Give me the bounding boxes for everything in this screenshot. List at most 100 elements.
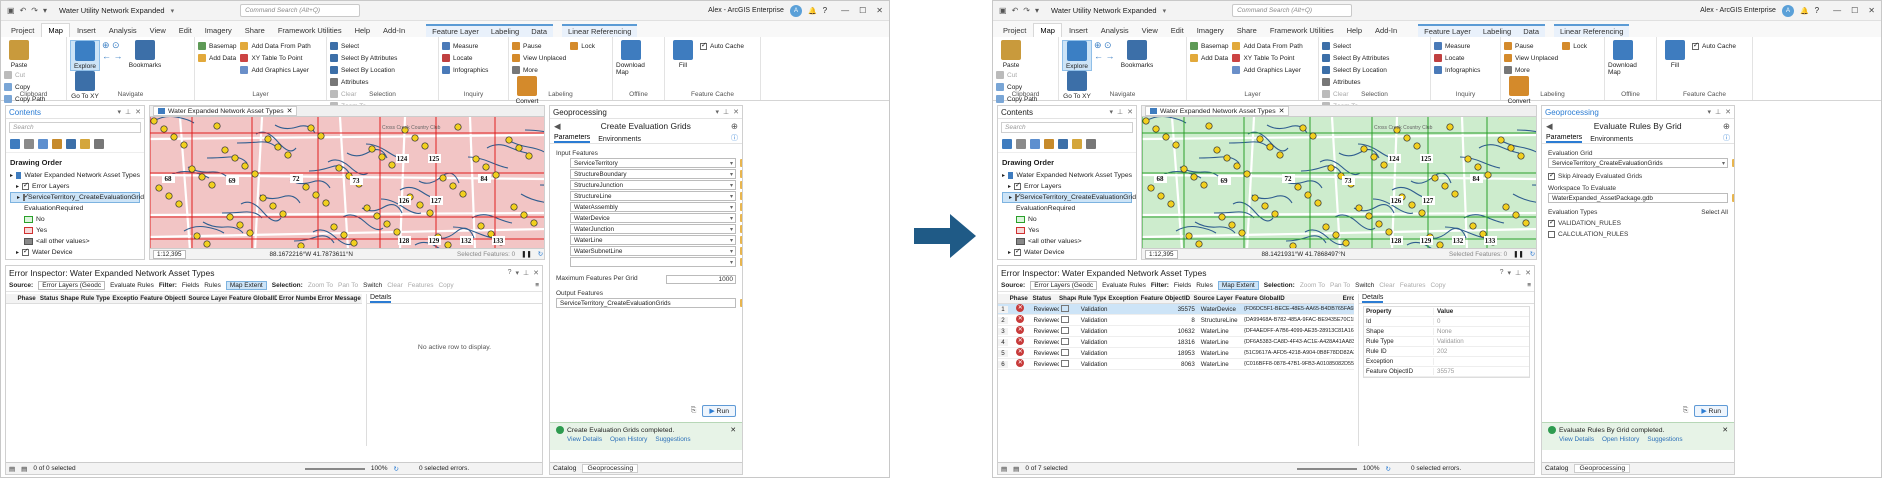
- measure-button[interactable]: Measure: [442, 40, 488, 52]
- folder-icon[interactable]: [740, 236, 742, 244]
- run-button[interactable]: ▶ Run: [702, 405, 736, 417]
- table-row[interactable]: 5 ✕ Reviewed Validation 18953 WaterLine {51C96…: [998, 348, 1354, 359]
- evaluation-type-checkbox[interactable]: [1548, 231, 1555, 238]
- bookmarks-button[interactable]: Bookmarks: [129, 40, 161, 69]
- water-device-point[interactable]: [530, 219, 538, 227]
- water-device-point[interactable]: [1190, 173, 1198, 181]
- zoom-level[interactable]: 100%: [1363, 465, 1380, 472]
- water-device-point[interactable]: [330, 223, 338, 231]
- basemap-button[interactable]: Basemap: [198, 40, 236, 52]
- input-features-field[interactable]: StructureJunction ▾: [570, 180, 742, 190]
- maximize-icon[interactable]: ☐: [859, 6, 866, 15]
- water-device-point[interactable]: [1218, 213, 1226, 221]
- lock-button[interactable]: Lock: [570, 40, 595, 52]
- water-device-point[interactable]: [1276, 151, 1284, 159]
- link-open-history[interactable]: Open History: [1602, 436, 1639, 443]
- water-device-point[interactable]: [155, 184, 163, 192]
- folder-icon[interactable]: [740, 247, 742, 255]
- water-device-point[interactable]: [1327, 164, 1335, 172]
- chevron-down-icon[interactable]: ▾: [1722, 160, 1725, 167]
- explore-button[interactable]: Explore: [70, 40, 100, 71]
- selection-zoom-to-button[interactable]: Zoom To: [1300, 282, 1325, 289]
- layer-item[interactable]: Yes: [1002, 225, 1132, 236]
- water-device-point[interactable]: [1441, 182, 1449, 190]
- water-device-point[interactable]: [1195, 240, 1203, 248]
- water-device-point[interactable]: [1180, 165, 1188, 173]
- layer-item[interactable]: EvaluationRequired: [10, 203, 140, 214]
- cut-button[interactable]: Cut: [4, 69, 45, 81]
- customize-icon[interactable]: ▾: [1035, 6, 1039, 15]
- view-unplaced-button[interactable]: View Unplaced: [512, 52, 566, 64]
- close-icon[interactable]: ✕: [876, 6, 883, 15]
- water-device-point[interactable]: [1342, 239, 1350, 247]
- bell-icon[interactable]: 🔔: [1800, 7, 1809, 15]
- layer-item[interactable]: <all other values>: [10, 236, 140, 247]
- map-canvas[interactable]: Cross Creek Country Club 68 69 72 73 124 125 84…: [1142, 117, 1537, 250]
- column-header[interactable]: Status: [1030, 295, 1057, 302]
- water-device-point[interactable]: [1522, 219, 1530, 227]
- tab-edit[interactable]: Edit: [173, 24, 198, 37]
- filter-map-extent-button[interactable]: Map Extent: [1217, 281, 1259, 290]
- list-by-snapping-icon[interactable]: [66, 139, 76, 149]
- tab-view[interactable]: View: [144, 24, 172, 37]
- attributes-button[interactable]: Attributes: [330, 76, 368, 88]
- chevron-down-icon[interactable]: ▾: [716, 108, 720, 116]
- chevron-down-icon[interactable]: ▾: [1110, 108, 1114, 116]
- menu-icon[interactable]: ≡: [1527, 282, 1531, 289]
- layer-visibility-checkbox[interactable]: [22, 181, 30, 190]
- water-device-point[interactable]: [1507, 144, 1515, 152]
- tab-catalog[interactable]: Catalog: [553, 465, 576, 472]
- close-icon[interactable]: ✕: [1127, 108, 1133, 116]
- water-device-point[interactable]: [1223, 154, 1231, 162]
- help-icon[interactable]: ?: [508, 269, 512, 277]
- tab-insert[interactable]: Insert: [1063, 24, 1094, 37]
- add-icon[interactable]: ⊕: [731, 121, 738, 132]
- list-by-source-icon[interactable]: [24, 139, 34, 149]
- list-by-editing-icon[interactable]: [52, 139, 62, 149]
- water-device-point[interactable]: [1261, 202, 1269, 210]
- water-device-point[interactable]: [180, 141, 188, 149]
- input-features-field[interactable]: ServiceTerritory ▾: [570, 158, 742, 168]
- water-device-point[interactable]: [241, 162, 249, 170]
- water-device-point[interactable]: [1243, 170, 1251, 178]
- water-device-point[interactable]: [213, 122, 221, 130]
- list-by-selection-icon[interactable]: [38, 139, 48, 149]
- download-map-button[interactable]: Download Map: [616, 40, 646, 76]
- water-device-point[interactable]: [1380, 161, 1388, 169]
- water-device-point[interactable]: [1152, 125, 1160, 133]
- menu-icon[interactable]: ≡: [535, 282, 539, 289]
- water-device-point[interactable]: [1266, 143, 1274, 151]
- customize-icon[interactable]: ▾: [43, 6, 47, 15]
- infographics-button[interactable]: Infographics: [442, 64, 488, 76]
- water-device-point[interactable]: [1446, 123, 1454, 131]
- water-device-point[interactable]: [1256, 135, 1264, 143]
- column-header[interactable]: Exception: [1106, 295, 1138, 302]
- folder-icon[interactable]: [1732, 159, 1734, 167]
- link-open-history[interactable]: Open History: [610, 436, 647, 443]
- undo-icon[interactable]: ↶: [20, 6, 27, 15]
- water-device-point[interactable]: [1294, 183, 1302, 191]
- chevron-down-icon[interactable]: ▾: [730, 193, 733, 200]
- auto-cache-checkbox[interactable]: Auto Cache: [700, 40, 744, 52]
- map-tab[interactable]: Water Expanded Network Asset Types ✕: [153, 106, 298, 116]
- water-device-point[interactable]: [203, 240, 211, 248]
- selection-copy-button[interactable]: Copy: [438, 282, 453, 289]
- water-device-point[interactable]: [335, 164, 343, 172]
- water-device-point[interactable]: [188, 165, 196, 173]
- water-device-point[interactable]: [388, 161, 396, 169]
- map-canvas[interactable]: Cross Creek Country Club 68 69 72 73 124 125 84…: [150, 117, 545, 250]
- list-by-source-icon[interactable]: [1016, 139, 1026, 149]
- add-data-button[interactable]: Add Data: [1190, 52, 1228, 64]
- water-device-point[interactable]: [264, 135, 272, 143]
- tab-catalog[interactable]: Catalog: [1545, 465, 1568, 472]
- water-device-point[interactable]: [1332, 231, 1340, 239]
- add-icon[interactable]: ⊕: [1723, 121, 1730, 132]
- chevron-down-icon[interactable]: ▾: [516, 269, 520, 277]
- tab-help[interactable]: Help: [1341, 24, 1368, 37]
- basemap-button[interactable]: Basemap: [1190, 40, 1228, 52]
- table-row[interactable]: 2 ✕ Reviewed Validation 8 StructureLine {DA994…: [998, 315, 1354, 326]
- command-search-input[interactable]: Command Search (Alt+Q): [1232, 4, 1353, 17]
- xy-table-to-point-button[interactable]: XY Table To Point: [1232, 52, 1302, 64]
- water-device-point[interactable]: [1469, 222, 1477, 230]
- water-device-point[interactable]: [1474, 163, 1482, 171]
